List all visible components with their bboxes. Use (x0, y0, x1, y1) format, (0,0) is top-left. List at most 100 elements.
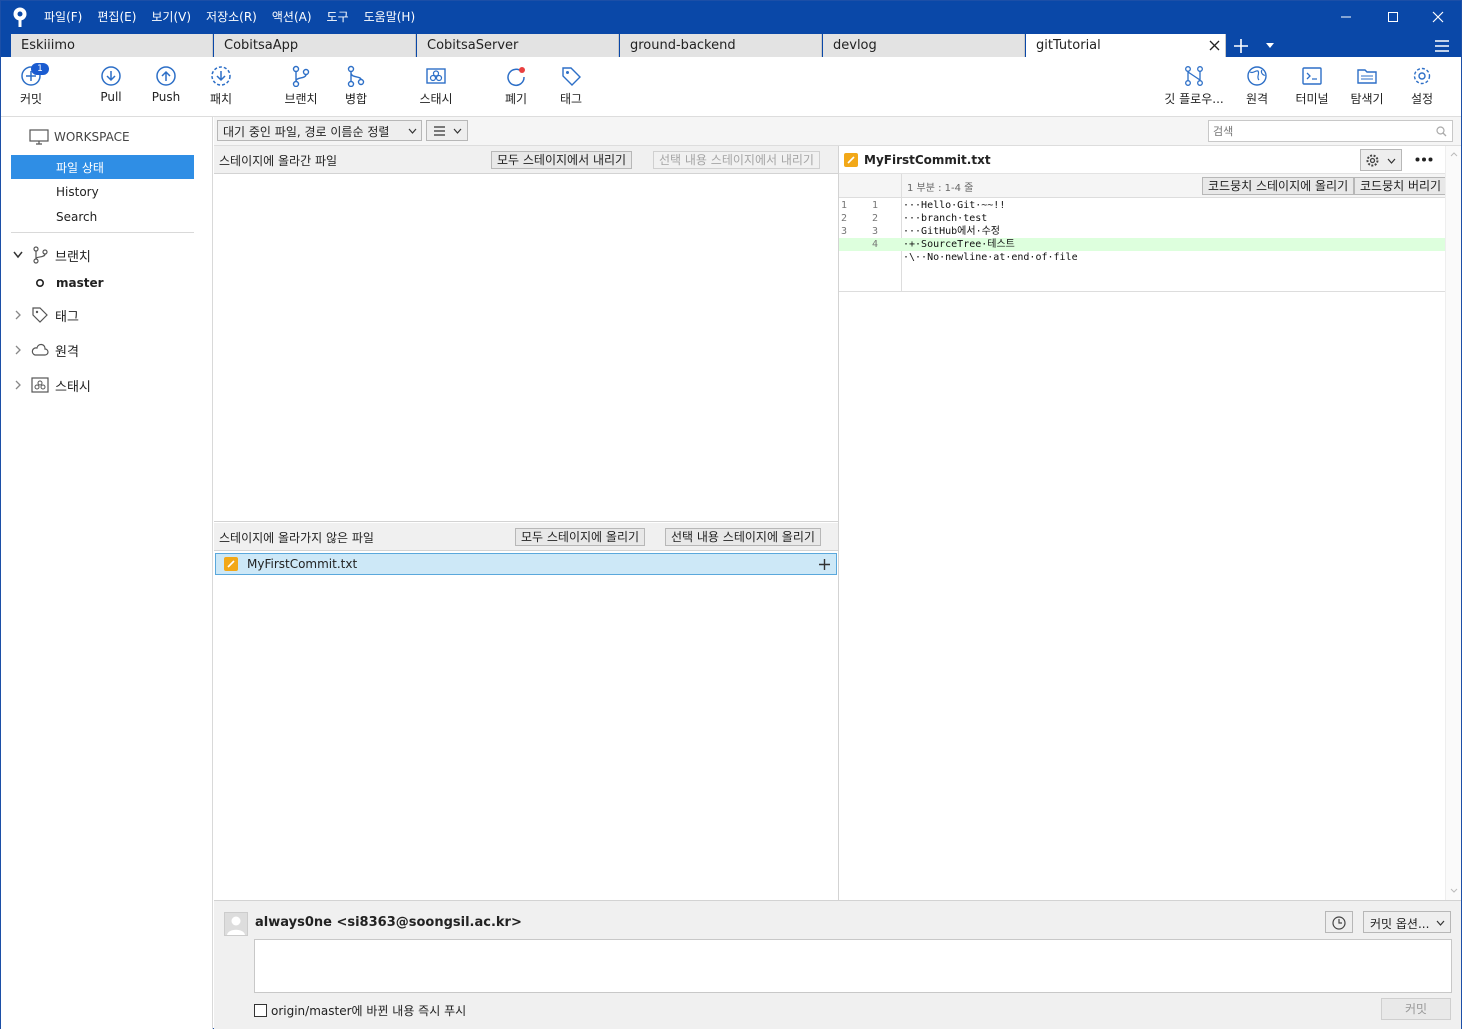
chevron-down-icon (1387, 158, 1396, 164)
stage-hunk-button[interactable]: 코드뭉치 스테이지에 올리기 (1202, 177, 1355, 195)
diff-line: ·\··No·newline·at·end·of·file (839, 251, 1445, 264)
filter-bar: 대기 중인 파일, 경로 이름순 정렬 (214, 117, 1461, 146)
fetch-button[interactable]: 패치 (193, 65, 249, 113)
clock-icon (1332, 916, 1346, 930)
search-icon (1436, 126, 1447, 137)
menu-item[interactable]: 도움말(H) (364, 8, 416, 25)
chevron-right-icon (15, 310, 21, 320)
unstage-all-button[interactable]: 모두 스테이지에서 내리기 (491, 151, 633, 169)
repo-tab-bar: Eskiiimo CobitsaApp CobitsaServer ground… (1, 32, 1461, 57)
sidebar-section-branches[interactable]: 브랜치 (1, 243, 213, 267)
maximize-icon[interactable] (1370, 1, 1416, 32)
commit-message-input[interactable] (254, 939, 1452, 993)
sidebar-item-label: 원격 (55, 344, 79, 360)
tag-button[interactable]: 태그 (543, 65, 599, 113)
push-icon (156, 66, 176, 86)
sidebar: WORKSPACE 파일 상태 History Search 브랜치 maste… (1, 117, 213, 1029)
diff-scrollbar[interactable] (1445, 146, 1461, 900)
push-immediately-label: origin/master에 바뀐 내용 즉시 푸시 (271, 1003, 467, 1018)
settings-button[interactable]: 설정 (1394, 65, 1450, 113)
sidebar-item-label: master (56, 276, 104, 290)
menu-item[interactable]: 파일(F) (44, 8, 82, 25)
tab-ground-backend[interactable]: ground-backend (620, 34, 822, 57)
hamburger-menu-icon[interactable] (1433, 34, 1451, 57)
stage-all-button[interactable]: 모두 스테이지에 올리기 (515, 528, 646, 546)
tab-devlog[interactable]: devlog (823, 34, 1025, 57)
modified-file-icon (844, 153, 858, 167)
view-mode-dropdown[interactable] (426, 120, 468, 141)
sidebar-item-label: 태그 (55, 309, 79, 325)
unstage-selected-button[interactable]: 선택 내용 스테이지에서 내리기 (653, 151, 820, 169)
commit-author: always0ne <si8363@soongsil.ac.kr> (255, 915, 522, 930)
gutter-divider (901, 174, 902, 198)
unstaged-header: 스테이지에 올라가지 않은 파일 모두 스테이지에 올리기 선택 내용 스테이지… (214, 523, 838, 551)
new-line-number: 2 (872, 213, 879, 224)
tag-icon (562, 67, 581, 86)
fetch-label: 패치 (209, 92, 233, 106)
discard-button[interactable]: 폐기 (488, 65, 544, 113)
scroll-down-icon[interactable] (1450, 888, 1458, 893)
sidebar-section-stashes[interactable]: 스태시 (1, 373, 213, 397)
settings-label: 설정 (1410, 92, 1434, 106)
pull-icon (101, 66, 121, 86)
minimize-icon[interactable] (1323, 1, 1369, 32)
sidebar-item-label: 브랜치 (55, 249, 91, 265)
commit-button[interactable]: 1 커밋 (3, 63, 59, 113)
sidebar-item-branch-master[interactable]: master (1, 271, 213, 295)
tab-label: CobitsaServer (427, 38, 519, 53)
search-field[interactable] (1208, 120, 1453, 142)
menu-item[interactable]: 저장소(R) (206, 8, 257, 25)
explorer-button[interactable]: 탐색기 (1339, 65, 1395, 113)
cloud-icon (31, 343, 49, 356)
pull-button[interactable]: Pull (83, 65, 139, 113)
diff-options-dropdown[interactable] (1360, 149, 1402, 171)
tab-cobitsaserver[interactable]: CobitsaServer (417, 34, 619, 57)
tab-list-chevron-icon[interactable] (1262, 34, 1278, 57)
add-tab-icon[interactable] (1230, 34, 1252, 57)
more-options-icon[interactable] (1415, 157, 1433, 162)
commit-submit-button[interactable]: 커밋 (1381, 998, 1451, 1020)
hunk-header: 1 부분 : 1-4 줄 코드뭉치 스테이지에 올리기 코드뭉치 버리기 (839, 174, 1448, 198)
stash-button[interactable]: 스태시 (408, 65, 464, 113)
menu-item[interactable]: 도구 (327, 8, 349, 25)
hunk-range-label: 1 부분 : 1-4 줄 (907, 183, 974, 194)
menu-item[interactable]: 보기(V) (151, 8, 191, 25)
close-tab-icon[interactable] (1209, 40, 1220, 51)
sidebar-section-tags[interactable]: 태그 (1, 303, 213, 327)
tab-eskiiimo[interactable]: Eskiiimo (11, 34, 213, 57)
scroll-up-icon[interactable] (1450, 152, 1458, 157)
menu-bar: 파일(F) 편집(E) 보기(V) 저장소(R) 액션(A) 도구 도움말(H) (44, 1, 430, 32)
menu-item[interactable]: 편집(E) (97, 8, 136, 25)
merge-button[interactable]: 병합 (328, 65, 384, 113)
commit-history-button[interactable] (1325, 911, 1353, 933)
sidebar-item-history[interactable]: History (1, 180, 213, 204)
sidebar-section-remotes[interactable]: 원격 (1, 338, 213, 362)
sidebar-item-file-status[interactable]: 파일 상태 (11, 155, 194, 179)
diff-header: MyFirstCommit.txt (839, 146, 1445, 174)
stage-selected-button[interactable]: 선택 내용 스테이지에 올리기 (665, 528, 821, 546)
list-item[interactable]: MyFirstCommit.txt (215, 553, 837, 575)
tab-gittutorial[interactable]: gitTutorial (1026, 34, 1226, 57)
tab-cobitsaapp[interactable]: CobitsaApp (214, 34, 416, 57)
stage-file-plus-icon[interactable] (819, 559, 830, 570)
folder-icon (1357, 69, 1377, 84)
branch-button[interactable]: 브랜치 (273, 65, 329, 113)
close-icon[interactable] (1415, 1, 1461, 32)
commit-options-dropdown[interactable]: 커밋 옵션... (1363, 911, 1451, 933)
remote-button[interactable]: 원격 (1229, 65, 1285, 113)
main-area: 대기 중인 파일, 경로 이름순 정렬 스테이지에 올라간 파일 모두 스테이지… (214, 117, 1461, 1029)
sidebar-item-search[interactable]: Search (1, 205, 213, 229)
push-immediately-option[interactable]: origin/master에 바뀐 내용 즉시 푸시 (254, 1001, 466, 1019)
sort-dropdown[interactable]: 대기 중인 파일, 경로 이름순 정렬 (217, 120, 422, 141)
diff-line-text: ···GitHub에서·수정 (903, 226, 1001, 237)
push-immediately-checkbox[interactable] (254, 1003, 267, 1017)
gitflow-button[interactable]: 깃 플로우... (1164, 65, 1224, 113)
discard-hunk-button[interactable]: 코드뭉치 버리기 (1354, 177, 1448, 195)
current-branch-icon (35, 278, 45, 288)
tag-icon (32, 307, 48, 323)
push-button[interactable]: Push (138, 65, 194, 113)
search-input[interactable] (1213, 122, 1428, 140)
terminal-button[interactable]: 터미널 (1284, 65, 1340, 113)
menu-item[interactable]: 액션(A) (272, 8, 312, 25)
sort-dropdown-value: 대기 중인 파일, 경로 이름순 정렬 (223, 125, 390, 139)
